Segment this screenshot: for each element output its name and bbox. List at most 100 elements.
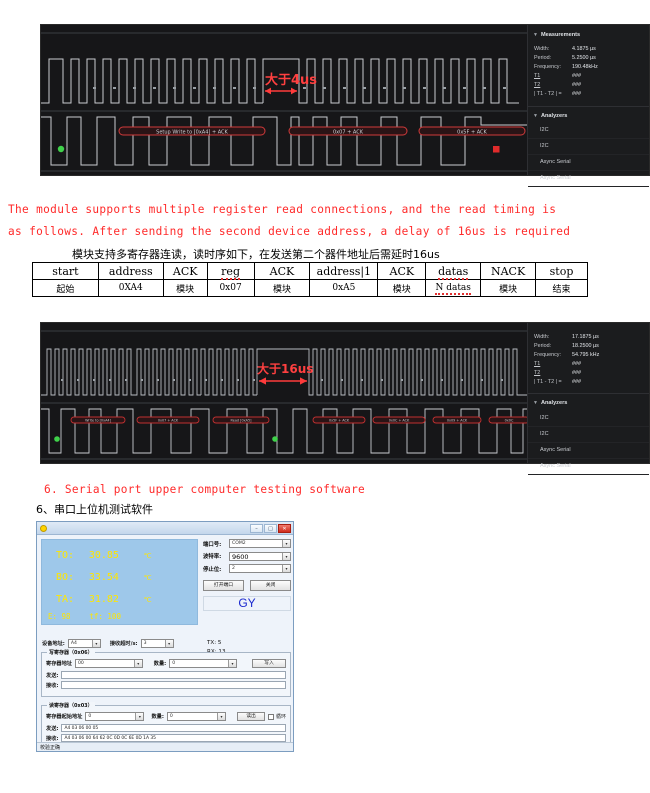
svg-text:0x07 + ACK: 0x07 + ACK [333,129,364,135]
waveform-plot-bottom: Write to [0xA4] 0x07 + ACK Read [0xA5] 0… [41,323,527,463]
write-reg-addr-select[interactable]: 00 ▾ [74,659,143,668]
svg-text:Write to [0xA4]: Write to [0xA4] [85,418,111,422]
loop-label: 循环 [276,714,287,720]
stopbits-select[interactable]: 2 ▾ [229,564,291,573]
measurements-panel-bottom: Width: 17.1875 µs Period: 18.2500 µs Frequ… [527,323,649,475]
app-icon [40,524,47,532]
chevron-down-icon: ▾ [228,660,236,667]
chevron-down-icon: ▾ [217,713,225,720]
analyzer-item[interactable]: I2C [528,411,649,427]
table-row-chinese: 起始 0XA4 模块 0x07 模块 0xA5 模块 N datas 模块 结束 [32,279,588,297]
port-label: 端口号: [203,541,222,548]
analyzers-header-bottom[interactable]: ▼ Analyzers [528,397,649,410]
svg-text:Setup Write to [0xA4] + ACK: Setup Write to [0xA4] + ACK [156,129,228,135]
stopbits-row: 停止位: 2 ▾ [203,564,291,573]
write-send-label: 发送: [46,672,59,679]
loop-checkbox-row[interactable]: 循环 [268,713,286,720]
analyzer-item[interactable]: Async Serial [528,459,649,475]
close-button[interactable]: ✕ [278,524,291,533]
minimize-button[interactable]: – [250,524,263,533]
caret-down-icon: ▼ [533,112,538,119]
baud-select[interactable]: 9600 ▾ [229,551,291,561]
svg-text:0x5F + ACK: 0x5F + ACK [457,129,487,135]
chevron-down-icon: ▾ [91,640,100,647]
table-cell: 模块 [253,279,311,297]
measurement-row: Period: 5.2500 µs [534,55,596,62]
device-address-label: 设备地址: [42,641,65,647]
read-send-field[interactable]: A4 03 06 00 05 [61,724,286,732]
gy-logo: GY [203,596,291,611]
table-cell: ACK [377,262,427,280]
close-port-button[interactable]: 关闭 [250,580,291,591]
write-register-title: 写寄存器（0x06） [47,649,95,656]
timeout-select[interactable]: 3 ▾ [140,639,174,648]
measurement-row: Width: 17.1875 µs [534,334,599,340]
timeout-label: 接收超时/s: [109,641,138,647]
svg-text:0x0C: 0x0C [505,418,514,422]
readout-row-bo: BO: 33.54 ℃ [56,572,152,583]
read-count-select[interactable]: 0 ▾ [166,712,226,721]
table-cell: 0x07 [206,279,255,297]
svg-text:0x0C + ACK: 0x0C + ACK [389,418,410,422]
read-send-row: 发送: A4 03 06 00 05 [42,724,290,732]
chevron-down-icon: ▾ [282,565,290,572]
analyzer-item[interactable]: I2C [528,139,649,155]
write-button[interactable]: 写入 [252,659,286,668]
read-reg-addr-label: 寄存器起始地址 [46,714,83,720]
measurement-row: | T1 - T2 | = ### [534,90,581,97]
read-recv-field[interactable]: A4 03 06 00 64 62 0C 0D 0C 6E 0D 1A 35 [61,734,286,742]
status-bar: 校验正确 [37,742,293,751]
divider [528,393,649,395]
open-port-button[interactable]: 打开端口 [203,580,244,591]
analyzer-item[interactable]: I2C [528,427,649,443]
analyzer-item[interactable]: Async Serial [528,171,649,188]
analyzer-item[interactable]: Async Serial [528,443,649,459]
analyzer-item[interactable]: I2C [528,123,649,139]
table-cell: 模块 [162,279,208,297]
measurement-row: T1 ### [534,360,581,367]
chevron-down-icon: ▾ [282,540,290,547]
write-recv-label: 接收: [46,682,59,689]
loop-checkbox[interactable] [268,713,274,720]
waveform-svg-bottom: Write to [0xA4] 0x07 + ACK Read [0xA5] 0… [41,323,527,463]
write-send-row: 发送: [42,671,290,679]
divider [528,105,649,107]
stopbits-label: 停止位: [203,566,222,573]
write-send-field[interactable] [61,671,286,679]
read-recv-label: 接收: [46,735,59,742]
read-sequence-table: start address ACK reg ACK address|1 ACK … [32,262,588,297]
waveform-svg-top: Setup Write to [0xA4] + ACK 0x07 + ACK 0… [41,25,527,175]
analyzer-item[interactable]: Async Serial [528,155,649,172]
read-send-label: 发送: [46,725,59,732]
read-count-label: 数量: [151,714,164,720]
write-recv-field[interactable] [61,681,286,689]
read-reg-addr-select[interactable]: 0 ▾ [85,712,145,721]
measurement-row: Frequency: 190.48kHz [534,64,598,71]
baud-row: 波特率: 9600 ▾ [203,551,291,561]
table-cell: address|1 [309,262,379,280]
measurements-header-top[interactable]: ▼ Measurements [528,29,649,42]
analyzers-header-top[interactable]: ▼ Analyzers [528,110,649,123]
read-button[interactable]: 读出 [237,712,265,721]
logic-capture-bottom: Write to [0xA4] 0x07 + ACK Read [0xA5] 0… [40,322,650,475]
window-buttons: – □ ✕ [250,524,291,533]
maximize-button[interactable]: □ [264,524,277,533]
svg-text:Read [0xA5]: Read [0xA5] [231,418,253,422]
write-count-select[interactable]: 0 ▾ [169,659,237,668]
table-cell: 结束 [535,279,588,297]
table-cell: 模块 [377,279,427,297]
port-button-row: 打开端口 关闭 [203,580,291,591]
measurement-row: | T1 - T2 | = ### [534,378,581,385]
annotation-top: 大于4us [265,73,318,88]
chevron-down-icon: ▾ [133,660,142,667]
caret-down-icon: ▼ [533,400,538,407]
measurement-row: Frequency: 54.795 kHz [534,351,600,358]
device-address-select[interactable]: A4 ▾ [67,639,101,648]
write-count-label: 数量: [153,661,167,667]
waveform-plot-top: Setup Write to [0xA4] + ACK 0x07 + ACK 0… [41,25,527,175]
tx-count: TX: 5 [207,640,222,646]
measurement-row: Width: 4.1875 µs [534,46,596,53]
table-cell: 0xA5 [309,279,379,297]
write-reg-addr-label: 寄存器地址 [46,661,72,667]
port-select[interactable]: COM2 ▾ [229,539,291,548]
